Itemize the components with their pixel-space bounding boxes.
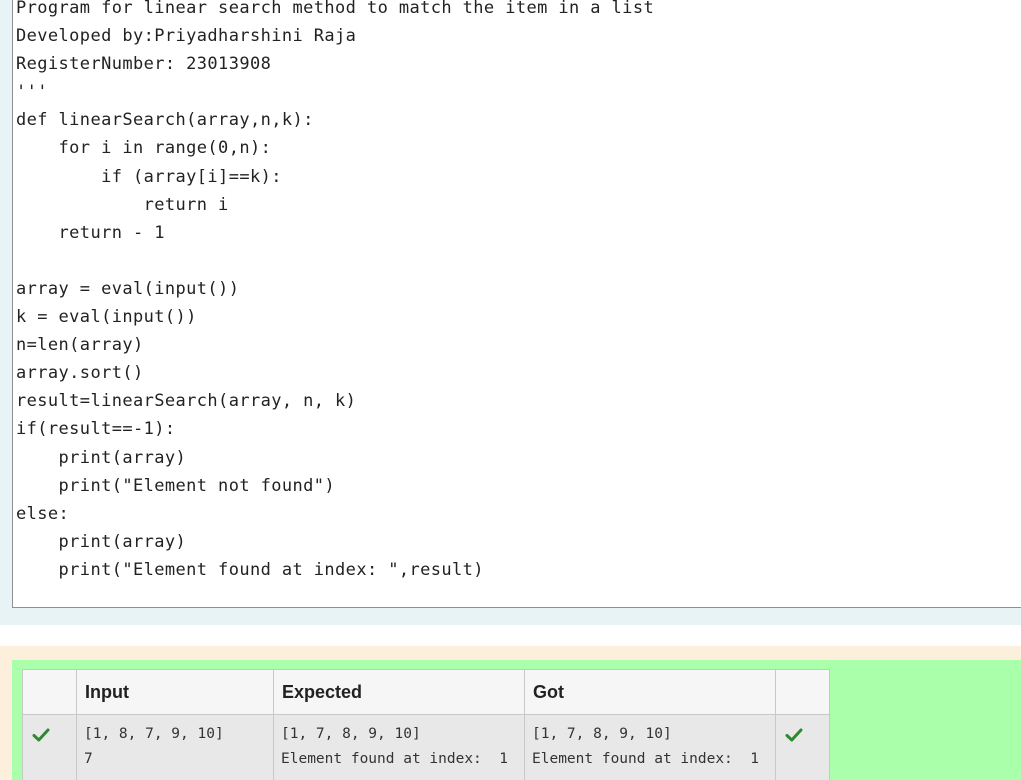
code-line: array.sort() [16, 363, 144, 384]
code-line: if (array[i]==k): [16, 166, 282, 187]
code-line: RegisterNumber: 23013908 [16, 54, 272, 75]
code-line: else: [16, 503, 70, 524]
row-got-cell: [1, 7, 8, 9, 10] Element found at index:… [524, 714, 776, 780]
code-line: k = eval(input()) [16, 307, 197, 328]
code-line: print("Element found at index: ",result) [16, 559, 484, 580]
code-line: for i in range(0,n): [16, 138, 272, 159]
code-line: def linearSearch(array,n,k): [16, 110, 314, 131]
code-line: Developed by:Priyadharshini Raja [16, 26, 357, 47]
header-status-right [775, 669, 830, 715]
code-line: print(array) [16, 447, 187, 468]
header-status [22, 669, 77, 715]
code-line: ''' [16, 82, 48, 103]
table-header-row: Input Expected Got [22, 669, 830, 715]
row-status-right-cell [775, 714, 830, 780]
row-expected-cell: [1, 7, 8, 9, 10] Element found at index:… [273, 714, 525, 780]
row-status-cell [22, 714, 77, 780]
code-line: result=linearSearch(array, n, k) [16, 391, 357, 412]
code-lines: Program for linear search method to matc… [16, 0, 654, 584]
row-input-text: [1, 8, 7, 9, 10] 7 [84, 726, 224, 767]
header-got: Got [524, 669, 776, 715]
code-line: return i [16, 194, 229, 215]
code-line: n=len(array) [16, 335, 144, 356]
code-line: print(array) [16, 531, 187, 552]
code-editor[interactable]: Program for linear search method to matc… [12, 0, 1021, 608]
table-row: [1, 8, 7, 9, 10] 7 [1, 7, 8, 9, 10] Elem… [22, 714, 830, 780]
test-results-table: Input Expected Got [1, 8, 7, 9, 10] 7 [1… [22, 669, 830, 780]
code-line: return - 1 [16, 222, 165, 243]
header-input: Input [76, 669, 274, 715]
answer-region: Program for linear search method to matc… [0, 0, 1021, 625]
code-line: if(result==-1): [16, 419, 176, 440]
row-got-text: [1, 7, 8, 9, 10] Element found at index:… [532, 726, 759, 767]
code-line: Program for linear search method to matc… [16, 0, 655, 18]
header-expected: Expected [273, 669, 525, 715]
check-icon [785, 728, 803, 742]
row-input-cell: [1, 8, 7, 9, 10] 7 [76, 714, 274, 780]
code-line: array = eval(input()) [16, 278, 240, 299]
code-line: print("Element not found") [16, 475, 336, 496]
page: Program for linear search method to matc… [0, 0, 1021, 780]
spacer [0, 625, 1021, 646]
check-icon [32, 728, 50, 742]
row-expected-text: [1, 7, 8, 9, 10] Element found at index:… [281, 726, 508, 767]
